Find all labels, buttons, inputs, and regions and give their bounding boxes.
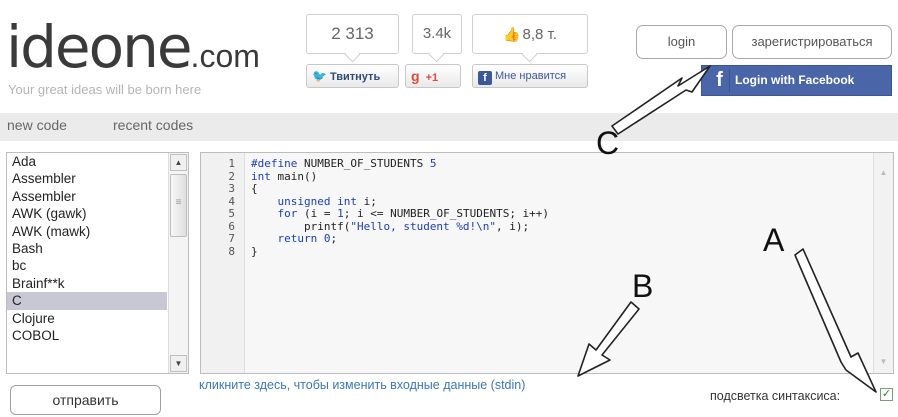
language-option[interactable]: AWK (gawk): [7, 205, 167, 222]
code-text: {: [251, 182, 258, 195]
annotation-letter-b: B: [632, 268, 654, 304]
language-option[interactable]: Assembler: [7, 170, 167, 187]
language-option[interactable]: COBOL: [7, 327, 167, 344]
logo-wordmark: ideone: [6, 13, 193, 81]
facebook-icon: f: [478, 71, 492, 85]
language-option-selected[interactable]: C: [7, 292, 167, 310]
language-option[interactable]: Bash: [7, 240, 167, 257]
facebook-like-button[interactable]: f Мне нравится: [472, 64, 588, 88]
line-number: 8: [228, 244, 235, 258]
site-logo[interactable]: ideone.com: [6, 18, 260, 76]
tweet-label: Твитнуть: [329, 71, 381, 83]
code-line[interactable]: 1 #define NUMBER_OF_STUDENTS 5: [201, 157, 871, 171]
login-button[interactable]: login: [636, 25, 727, 59]
code-text: }: [251, 244, 258, 258]
code-line[interactable]: 2 int main(): [201, 169, 871, 184]
editor-scroll-down-icon[interactable]: ▼: [876, 354, 891, 369]
scroll-down-icon[interactable]: ▼: [170, 355, 187, 372]
code-text: int main(): [251, 169, 318, 183]
language-list-scrollbar[interactable]: ▲ ▼: [168, 153, 188, 373]
language-option[interactable]: Assembler: [7, 188, 167, 205]
code-editor[interactable]: 1 #define NUMBER_OF_STUDENTS 5 2 int main()…: [200, 152, 894, 374]
facebook-login-label: Login with Facebook: [735, 73, 855, 87]
gplus-label: +1: [425, 72, 439, 84]
register-button[interactable]: зарегистрироваться: [732, 25, 892, 59]
submit-button[interactable]: отправить: [10, 385, 161, 415]
editor-scrollbar[interactable]: ▲ ▼: [873, 153, 893, 373]
gplus-count-bubble: 3.4k: [412, 14, 462, 54]
code-line[interactable]: 5 for (i = 1; i <= NUMBER_OF_STUDENTS; i…: [201, 207, 871, 221]
code-text: #define NUMBER_OF_STUDENTS 5: [251, 157, 437, 170]
line-number: 7: [228, 232, 235, 245]
language-option[interactable]: bc: [7, 257, 167, 274]
site-tagline: Your great ideas will be born here: [8, 82, 202, 97]
gplus-button[interactable]: g +1: [405, 64, 461, 88]
language-option[interactable]: AWK (mawk): [7, 223, 167, 240]
thumbs-up-icon: 👍: [503, 26, 521, 42]
stdin-input-link[interactable]: кликните здесь, чтобы изменить входные д…: [199, 378, 525, 392]
gplus-icon: g: [411, 68, 420, 84]
nav-recent-codes[interactable]: recent codes: [113, 117, 193, 133]
annotation-letter-a: A: [763, 222, 785, 258]
facebook-like-label: Мне нравится: [495, 70, 567, 82]
language-select-list[interactable]: Ada Assembler Assembler AWK (gawk) AWK (…: [6, 152, 189, 374]
checkmark-icon: ✓: [881, 388, 892, 400]
logo-domain-suffix: .com: [190, 38, 260, 74]
language-option[interactable]: Ada: [7, 153, 167, 170]
top-nav-bar: new code recent codes: [0, 113, 898, 141]
twitter-count: 2 313: [331, 24, 374, 43]
facebook-count-bubble: 👍 8,8 т.: [472, 14, 588, 54]
scroll-up-icon[interactable]: ▲: [170, 154, 187, 171]
syntax-highlight-label: подсветка синтаксиса:: [710, 389, 841, 403]
scrollbar-thumb[interactable]: [170, 174, 187, 237]
language-option[interactable]: Brainf**k: [7, 275, 167, 292]
editor-scroll-up-icon[interactable]: ▲: [876, 165, 891, 180]
nav-new-code[interactable]: new code: [7, 117, 67, 133]
facebook-f-icon: f: [710, 69, 730, 92]
facebook-count: 8,8 т.: [522, 26, 557, 43]
line-number: 5: [228, 207, 235, 220]
tweet-button[interactable]: 🐦 Твитнуть: [306, 64, 399, 88]
twitter-count-bubble: 2 313: [306, 14, 399, 54]
language-options: Ada Assembler Assembler AWK (gawk) AWK (…: [7, 153, 167, 344]
line-number: 3: [228, 182, 235, 195]
syntax-highlight-checkbox[interactable]: ✓: [880, 388, 893, 401]
line-number: 1: [228, 157, 235, 170]
twitter-bird-icon: 🐦: [312, 69, 327, 83]
annotation-letter-c: C: [596, 125, 620, 161]
language-option[interactable]: Clojure: [7, 310, 167, 327]
login-with-facebook-button[interactable]: f Login with Facebook: [701, 65, 892, 96]
code-text: return 0;: [277, 232, 338, 245]
gplus-count: 3.4k: [422, 25, 452, 42]
